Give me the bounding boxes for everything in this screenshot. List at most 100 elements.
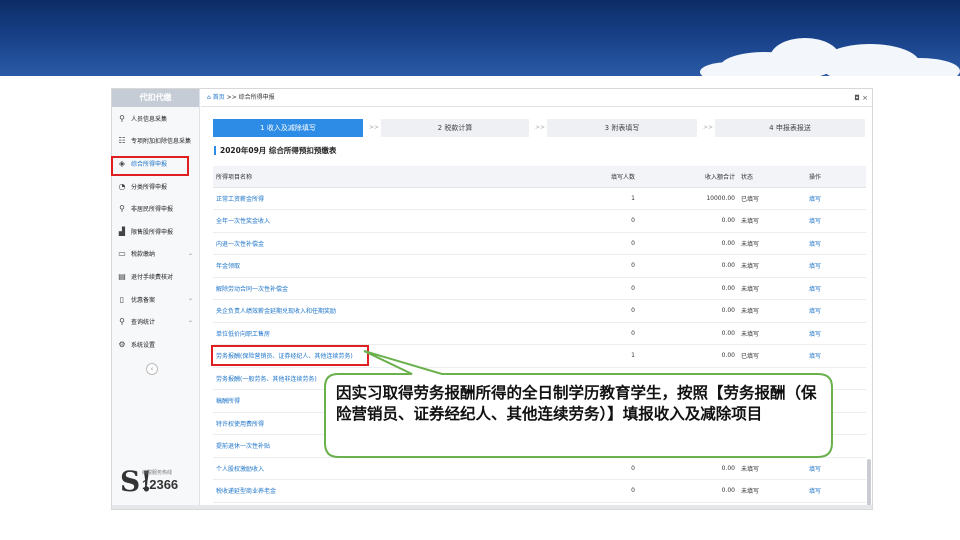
col-header-name: 所得项目名称	[213, 166, 513, 188]
collapse-sidebar-button[interactable]: ‹	[146, 363, 158, 375]
amount-cell: 0.00	[638, 457, 738, 480]
fill-link[interactable]: 填写	[806, 232, 866, 255]
sidebar-item[interactable]: ⚲ 人员信息采集	[112, 107, 199, 130]
count-cell: 0	[513, 322, 638, 345]
sidebar-item-label: 专项附加扣除信息采集	[131, 138, 192, 146]
income-item-link[interactable]: 个人股权激励收入	[213, 457, 513, 480]
income-item-link[interactable]: 全年一次性奖金收入	[213, 209, 513, 233]
sidebar-item[interactable]: ⚲ 查询统计 ⌄	[112, 310, 199, 333]
hotline-logo: S! 纳税服务热线 12366	[120, 465, 196, 499]
sidebar: 代扣代缴 ⚲ 人员信息采集 ☷ 专项附加扣除信息采集 ◈ 综合所得申报 ◔ 分类所得申报 ⚲ 非居…	[112, 89, 200, 509]
sidebar-item-label: 优惠备案	[131, 296, 156, 304]
step-4-tab[interactable]: 4 申报表报送	[715, 119, 865, 137]
status-badge: 已填写	[738, 344, 806, 368]
user-search-icon: ⚲	[119, 317, 125, 327]
sidebar-item-label: 税款缴纳	[131, 251, 156, 259]
chevron-down-icon[interactable]: ⌄	[188, 250, 193, 257]
fill-link[interactable]: 填写	[806, 209, 866, 233]
sidebar-item-label: 人员信息采集	[131, 115, 168, 123]
fill-link[interactable]: 填写	[806, 479, 866, 503]
count-cell: 0	[513, 457, 638, 480]
income-item-link[interactable]: 正常工资薪金所得	[213, 187, 513, 210]
step-2-tab[interactable]: 2 税款计算	[381, 119, 529, 137]
sidebar-item[interactable]: ⚙ 系统设置	[112, 333, 199, 356]
col-header-count: 填写人数	[513, 166, 638, 188]
sidebar-item[interactable]: ▟ 限售股所得申报	[112, 220, 199, 243]
fill-link[interactable]: 填写	[806, 457, 866, 480]
count-cell: 0	[513, 254, 638, 278]
hotline-label: 纳税服务热线	[142, 470, 173, 476]
breadcrumb-separator: >>	[226, 94, 237, 101]
sidebar-item[interactable]: ⚲ 非居民所得申报	[112, 197, 199, 220]
amount-cell: 0.00	[638, 479, 738, 503]
income-item-link[interactable]: 税收递延型商业养老金	[213, 479, 513, 503]
sidebar-menu: ⚲ 人员信息采集 ☷ 专项附加扣除信息采集 ◈ 综合所得申报 ◔ 分类所得申报 ⚲ 非居民所得申报…	[112, 107, 199, 356]
income-item-link[interactable]: 内退一次性补偿金	[213, 232, 513, 255]
step-progress: 1 收入及减除填写 >> 2 税款计算 >> 3 附表填写 >> 4 申报表报送	[213, 119, 865, 137]
highlight-table-row	[211, 345, 369, 366]
highlight-sidebar-item	[111, 156, 189, 176]
gear-icon: ⚙	[118, 339, 126, 349]
table-row: 全年一次性奖金收入 0 0.00 未填写 填写	[213, 209, 866, 233]
annotation-callout: 因实习取得劳务报酬所得的全日制学历教育学生，按照【劳务报酬（保险营销员、证券经纪…	[324, 350, 834, 459]
table-row: 个人股权激励收入 0 0.00 未填写 填写	[213, 457, 866, 480]
sidebar-item[interactable]: ▯ 优惠备案 ⌄	[112, 288, 199, 311]
window-controls[interactable]: ◘ ×	[854, 89, 868, 107]
fill-link[interactable]: 填写	[806, 322, 866, 345]
sidebar-item-label: 限售股所得申报	[131, 228, 174, 236]
count-cell: 0	[513, 209, 638, 233]
sidebar-item-label: 非居民所得申报	[131, 206, 174, 214]
table-row: 正常工资薪金所得 1 10000.00 已填写 填写	[213, 187, 866, 210]
fill-link[interactable]: 填写	[806, 277, 866, 300]
sidebar-item-label: 分类所得申报	[131, 183, 168, 191]
status-bar	[112, 505, 872, 509]
chevron-down-icon[interactable]: ⌄	[188, 317, 193, 324]
scrollbar[interactable]	[867, 459, 871, 509]
breadcrumb-current: 综合所得申报	[238, 94, 275, 101]
step-1-tab[interactable]: 1 收入及减除填写	[213, 119, 363, 137]
count-cell: 0	[513, 232, 638, 255]
sidebar-item[interactable]: ▤ 退付手续费核对	[112, 265, 199, 288]
amount-cell: 0.00	[638, 254, 738, 278]
step-3-tab[interactable]: 3 附表填写	[547, 119, 697, 137]
income-item-link[interactable]: 解除劳动合同一次性补偿金	[213, 277, 513, 300]
status-badge: 未填写	[738, 232, 806, 255]
fill-link[interactable]: 填写	[806, 299, 866, 323]
breadcrumb-home-link[interactable]: 首页	[213, 94, 225, 101]
table-row: 央企负责人绩效薪金延期兑现收入和任期奖励 0 0.00 未填写 填写	[213, 299, 866, 323]
status-badge: 已填写	[738, 187, 806, 210]
income-item-link[interactable]: 单位低价向职工售房	[213, 322, 513, 345]
step-separator: >>	[535, 124, 546, 131]
breadcrumb: ⌂ 首页 >> 综合所得申报 ◘ ×	[201, 89, 872, 107]
chevron-down-icon[interactable]: ⌄	[188, 295, 193, 302]
step-separator: >>	[703, 124, 714, 131]
fill-link[interactable]: 填写	[806, 344, 866, 368]
income-item-link[interactable]: 央企负责人绩效薪金延期兑现收入和任期奖励	[213, 299, 513, 323]
count-cell: 1	[513, 344, 638, 368]
income-item-link[interactable]: 年金领取	[213, 254, 513, 278]
callout-text: 因实习取得劳务报酬所得的全日制学历教育学生，按照【劳务报酬（保险营销员、证券经纪…	[336, 384, 817, 423]
amount-cell: 0.00	[638, 322, 738, 345]
status-badge: 未填写	[738, 277, 806, 300]
sidebar-title: 代扣代缴	[112, 89, 199, 107]
status-badge: 未填写	[738, 254, 806, 278]
person-icon: ⚲	[119, 204, 125, 214]
home-icon[interactable]: ⌂	[207, 94, 211, 101]
col-header-status: 状态	[738, 166, 806, 188]
sidebar-item[interactable]: ◔ 分类所得申报	[112, 175, 199, 198]
fill-link[interactable]: 填写	[806, 254, 866, 278]
status-badge: 未填写	[738, 209, 806, 233]
header-banner	[0, 0, 960, 76]
sidebar-item[interactable]: ▭ 税款缴纳 ⌄	[112, 243, 199, 266]
table-row: 解除劳动合同一次性补偿金 0 0.00 未填写 填写	[213, 277, 866, 300]
status-badge: 未填写	[738, 457, 806, 480]
count-cell: 1	[513, 187, 638, 210]
sidebar-item[interactable]: ☷ 专项附加扣除信息采集	[112, 130, 199, 153]
count-cell: 0	[513, 479, 638, 503]
bar-chart-icon: ▟	[118, 226, 126, 236]
step-separator: >>	[369, 124, 380, 131]
fill-link[interactable]: 填写	[806, 187, 866, 210]
count-cell: 0	[513, 299, 638, 323]
amount-cell: 0.00	[638, 232, 738, 255]
col-header-amount: 收入额合计	[638, 166, 738, 188]
